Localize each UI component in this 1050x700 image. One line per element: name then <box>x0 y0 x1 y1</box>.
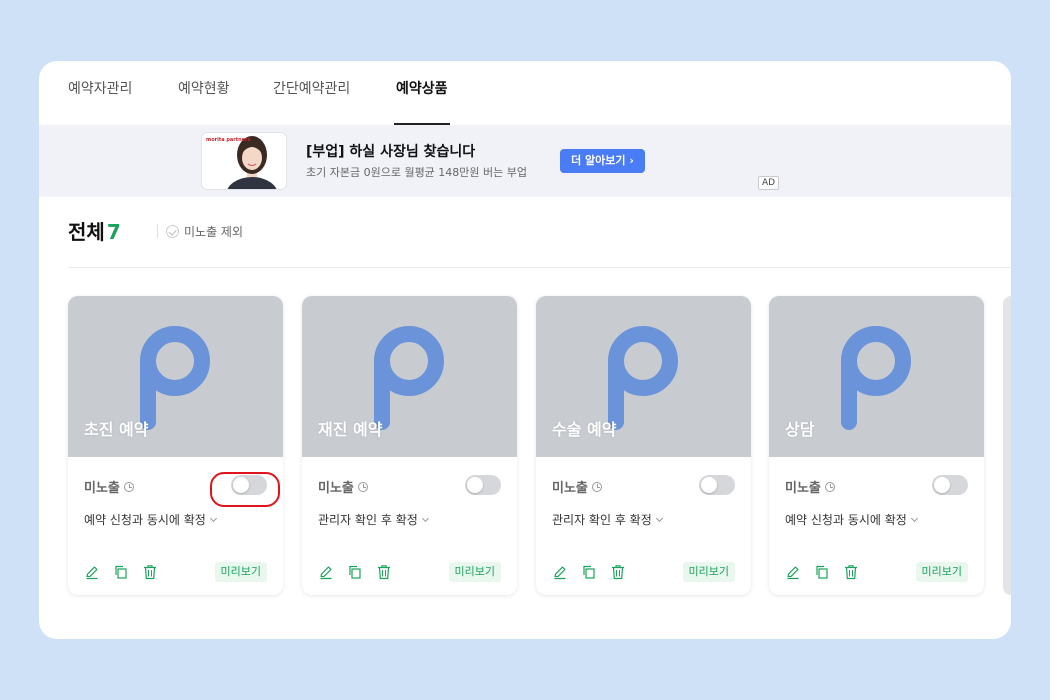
visibility-toggle[interactable] <box>231 475 267 495</box>
copy-button[interactable] <box>347 564 363 580</box>
pencil-icon <box>787 566 799 580</box>
status-label: 미노출 <box>84 481 120 496</box>
pencil-icon <box>554 566 566 580</box>
product-card[interactable]: 상담 미노출 예약 신청과 동시에 확정 미리보기 <box>769 296 984 595</box>
list-header: 전체 7 미노출 제외 <box>68 216 243 245</box>
copy-icon <box>115 565 127 579</box>
preview-button[interactable]: 미리보기 <box>682 562 735 582</box>
total-count: 7 <box>106 220 121 244</box>
visibility-toggle[interactable] <box>932 475 968 495</box>
check-circle-icon[interactable] <box>166 225 179 238</box>
confirm-mode-label: 관리자 확인 후 확정 <box>552 513 652 527</box>
toggle-knob <box>701 477 717 493</box>
preview-button[interactable]: 미리보기 <box>915 562 968 582</box>
product-card[interactable]: 초진 예약 미노출 예약 신청과 동시에 확정 미리보기 <box>68 296 283 595</box>
visibility-status: 미노출 <box>552 477 602 496</box>
tab-booking-products[interactable]: 예약상품 <box>394 79 450 125</box>
visibility-toggle[interactable] <box>699 475 735 495</box>
visibility-status: 미노출 <box>785 477 835 496</box>
card-title: 초진 예약 <box>84 420 149 439</box>
filter-label: 미노출 제외 <box>184 225 244 239</box>
card-image: 재진 예약 <box>302 296 517 457</box>
copy-icon <box>349 565 361 579</box>
header-separator <box>157 224 158 238</box>
copy-button[interactable] <box>113 564 129 580</box>
clock-icon <box>591 482 602 492</box>
main-panel: 예약자관리 예약현황 간단예약관리 예약상품 morita partners [… <box>39 61 1011 639</box>
ad-brand-logo: morita partners <box>206 137 251 143</box>
confirm-mode-label: 예약 신청과 동시에 확정 <box>785 513 907 527</box>
trash-icon <box>845 565 857 580</box>
copy-button[interactable] <box>814 564 830 580</box>
toggle-knob <box>467 477 483 493</box>
card-title: 수술 예약 <box>552 420 617 439</box>
ad-title[interactable]: [부업] 하실 사장님 찾습니다 <box>306 141 475 161</box>
preview-button[interactable]: 미리보기 <box>214 562 267 582</box>
ad-thumbnail[interactable]: morita partners <box>201 132 287 190</box>
card-title: 재진 예약 <box>318 420 383 439</box>
confirm-mode-label: 예약 신청과 동시에 확정 <box>84 513 206 527</box>
trash-icon <box>144 565 156 580</box>
card-image: 상담 <box>769 296 984 457</box>
delete-button[interactable] <box>376 564 392 580</box>
confirm-mode-dropdown[interactable]: 예약 신청과 동시에 확정 <box>84 511 217 528</box>
status-label: 미노출 <box>318 481 354 496</box>
confirm-mode-dropdown[interactable]: 예약 신청과 동시에 확정 <box>785 511 918 528</box>
confirm-mode-dropdown[interactable]: 관리자 확인 후 확정 <box>552 511 663 528</box>
ad-badge: AD <box>758 176 780 190</box>
ad-subtitle: 초기 자본금 0원으로 월평균 148만원 버는 부업 <box>306 166 528 179</box>
status-label: 미노출 <box>552 481 588 496</box>
copy-button[interactable] <box>581 564 597 580</box>
preview-button[interactable]: 미리보기 <box>448 562 501 582</box>
pencil-icon <box>86 566 98 580</box>
trash-icon <box>612 565 624 580</box>
product-card[interactable]: 수술 예약 미노출 관리자 확인 후 확정 미리보기 <box>536 296 751 595</box>
confirm-mode-label: 관리자 확인 후 확정 <box>318 513 418 527</box>
status-label: 미노출 <box>785 481 821 496</box>
total-label: 전체 <box>68 220 105 244</box>
ad-learn-more-button[interactable]: 더 알아보기 › <box>560 149 645 173</box>
delete-button[interactable] <box>142 564 158 580</box>
tab-simple-booking[interactable]: 간단예약관리 <box>273 79 350 125</box>
copy-icon <box>816 565 828 579</box>
clock-icon <box>357 482 368 492</box>
clock-icon <box>824 482 835 492</box>
ad-banner[interactable]: morita partners [부업] 하실 사장님 찾습니다 초기 자본금 … <box>39 125 1011 197</box>
pencil-icon <box>320 566 332 580</box>
edit-button[interactable] <box>785 564 801 580</box>
edit-button[interactable] <box>318 564 334 580</box>
trash-icon <box>378 565 390 580</box>
toggle-knob <box>233 477 249 493</box>
confirm-mode-dropdown[interactable]: 관리자 확인 후 확정 <box>318 511 429 528</box>
delete-button[interactable] <box>843 564 859 580</box>
next-card-peek <box>1003 296 1011 595</box>
tab-status[interactable]: 예약현황 <box>178 79 230 125</box>
card-title: 상담 <box>785 420 815 439</box>
delete-button[interactable] <box>610 564 626 580</box>
chevron-down-icon <box>421 514 429 523</box>
edit-button[interactable] <box>84 564 100 580</box>
chevron-down-icon <box>209 514 217 523</box>
divider <box>68 267 1011 268</box>
visibility-toggle[interactable] <box>465 475 501 495</box>
edit-button[interactable] <box>552 564 568 580</box>
card-image: 초진 예약 <box>68 296 283 457</box>
toggle-knob <box>934 477 950 493</box>
card-image: 수술 예약 <box>536 296 751 457</box>
chevron-down-icon <box>910 514 918 523</box>
clock-icon <box>123 482 134 492</box>
product-card[interactable]: 재진 예약 미노출 관리자 확인 후 확정 미리보기 <box>302 296 517 595</box>
tab-reservers[interactable]: 예약자관리 <box>68 79 132 125</box>
visibility-status: 미노출 <box>84 477 134 496</box>
visibility-status: 미노출 <box>318 477 368 496</box>
copy-icon <box>583 565 595 579</box>
chevron-down-icon <box>655 514 663 523</box>
tab-bar: 예약자관리 예약현황 간단예약관리 예약상품 <box>39 61 1011 125</box>
exclude-hidden-filter[interactable]: 미노출 제외 <box>166 223 243 240</box>
